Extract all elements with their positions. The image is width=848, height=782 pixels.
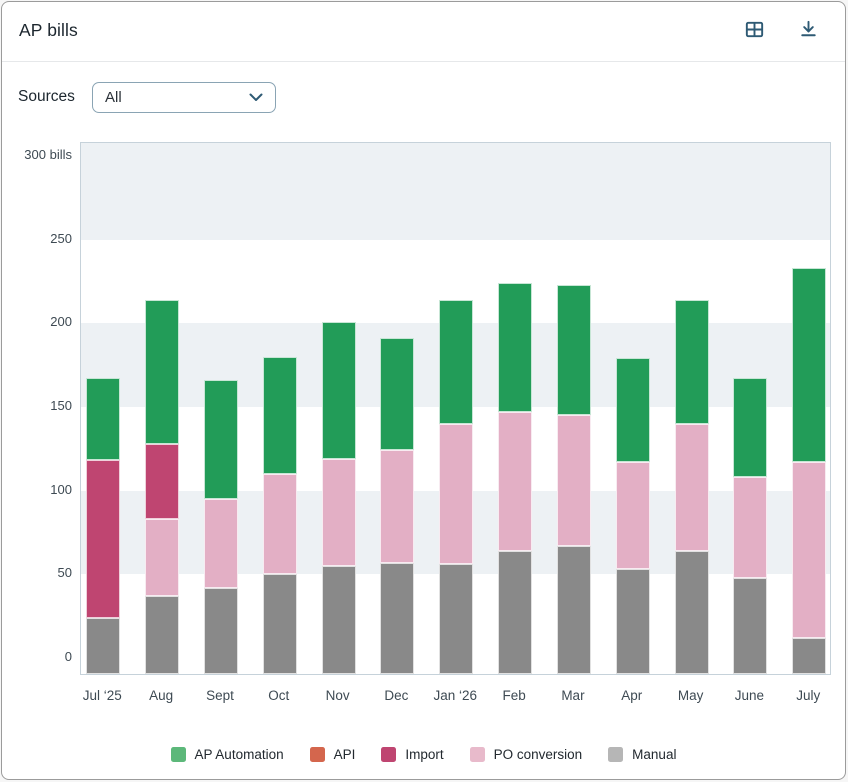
bar-segment-ap-automation[interactable] (616, 358, 650, 462)
bar-segment-manual[interactable] (616, 569, 650, 674)
bar-aug[interactable] (145, 300, 179, 674)
bar-segment-manual[interactable] (380, 563, 414, 674)
bar-segment-po-conversion[interactable] (380, 450, 414, 562)
sources-dropdown-value: All (105, 89, 122, 106)
table-view-button[interactable] (741, 18, 767, 44)
legend-label: AP Automation (195, 747, 284, 762)
header-divider (2, 61, 845, 62)
bar-mar[interactable] (557, 285, 591, 674)
bar-segment-manual[interactable] (204, 588, 238, 674)
chevron-down-icon (249, 93, 263, 102)
bar-segment-po-conversion[interactable] (322, 459, 356, 566)
y-axis-label: 150 (2, 398, 72, 414)
bar-segment-po-conversion[interactable] (733, 477, 767, 577)
bar-july[interactable] (792, 268, 826, 674)
bar-segment-import[interactable] (145, 444, 179, 519)
legend-item-api[interactable]: API (310, 747, 356, 762)
bar-june[interactable] (733, 378, 767, 674)
y-axis-label: 100 (2, 482, 72, 498)
bar-segment-manual[interactable] (86, 618, 120, 674)
bar-segment-manual[interactable] (557, 546, 591, 674)
bar-segment-ap-automation[interactable] (675, 300, 709, 424)
bar-segment-manual[interactable] (498, 551, 532, 674)
legend-item-ap-automation[interactable]: AP Automation (171, 747, 284, 762)
legend-label: PO conversion (494, 747, 583, 762)
y-axis-label: 300 bills (2, 147, 72, 163)
bar-segment-manual[interactable] (322, 566, 356, 674)
bar-segment-ap-automation[interactable] (86, 378, 120, 460)
download-button[interactable] (795, 18, 821, 44)
bar-segment-ap-automation[interactable] (439, 300, 473, 424)
legend-item-po-conversion[interactable]: PO conversion (470, 747, 583, 762)
bar-segment-po-conversion[interactable] (557, 415, 591, 546)
bar-oct[interactable] (263, 357, 297, 674)
bar-segment-po-conversion[interactable] (204, 499, 238, 588)
legend-swatch (310, 747, 325, 762)
bar-nov[interactable] (322, 322, 356, 674)
bar-segment-ap-automation[interactable] (263, 357, 297, 474)
bar-segment-po-conversion[interactable] (616, 462, 650, 569)
sources-dropdown[interactable]: All (92, 82, 276, 113)
table-icon (743, 18, 766, 44)
bar-segment-manual[interactable] (439, 564, 473, 674)
bar-segment-ap-automation[interactable] (380, 338, 414, 450)
bar-apr[interactable] (616, 358, 650, 674)
bar-segment-manual[interactable] (675, 551, 709, 674)
bar-jul-25[interactable] (86, 378, 120, 674)
grid-band (81, 143, 830, 240)
download-icon (797, 18, 820, 44)
plot-area (80, 142, 831, 675)
legend-label: API (334, 747, 356, 762)
bar-feb[interactable] (498, 283, 532, 674)
bar-segment-manual[interactable] (733, 578, 767, 674)
page-title: AP bills (19, 20, 78, 41)
chart-legend: AP Automation API Import PO conversion Manua… (2, 741, 845, 767)
header-toolbar (741, 18, 821, 44)
legend-label: Import (405, 747, 443, 762)
bar-segment-ap-automation[interactable] (322, 322, 356, 459)
legend-swatch (470, 747, 485, 762)
bar-segment-ap-automation[interactable] (792, 268, 826, 462)
legend-label: Manual (632, 747, 676, 762)
y-axis-label: 250 (2, 231, 72, 247)
ap-bills-widget: AP bills Sources All (1, 1, 846, 780)
bar-segment-import[interactable] (86, 460, 120, 617)
bar-segment-po-conversion[interactable] (263, 474, 297, 574)
y-axis-label: 50 (2, 565, 72, 581)
bar-segment-ap-automation[interactable] (204, 380, 238, 499)
legend-swatch (608, 747, 623, 762)
bar-segment-po-conversion[interactable] (145, 519, 179, 596)
x-axis-label: July (773, 688, 843, 703)
bar-segment-po-conversion[interactable] (498, 412, 532, 551)
legend-item-manual[interactable]: Manual (608, 747, 676, 762)
bar-may[interactable] (675, 300, 709, 674)
bar-jan-26[interactable] (439, 300, 473, 674)
y-axis-label: 0 (2, 649, 72, 665)
bar-segment-manual[interactable] (263, 574, 297, 674)
bar-segment-ap-automation[interactable] (557, 285, 591, 416)
bar-segment-ap-automation[interactable] (145, 300, 179, 444)
bar-segment-po-conversion[interactable] (675, 424, 709, 551)
bar-sept[interactable] (204, 380, 238, 674)
sources-label: Sources (18, 88, 75, 106)
legend-swatch (381, 747, 396, 762)
y-axis-label: 200 (2, 314, 72, 330)
bar-segment-ap-automation[interactable] (733, 378, 767, 477)
bar-segment-manual[interactable] (792, 638, 826, 674)
bar-segment-ap-automation[interactable] (498, 283, 532, 412)
bar-segment-po-conversion[interactable] (792, 462, 826, 638)
bar-dec[interactable] (380, 338, 414, 674)
legend-swatch (171, 747, 186, 762)
bar-segment-po-conversion[interactable] (439, 424, 473, 565)
legend-item-import[interactable]: Import (381, 747, 443, 762)
bar-segment-manual[interactable] (145, 596, 179, 674)
